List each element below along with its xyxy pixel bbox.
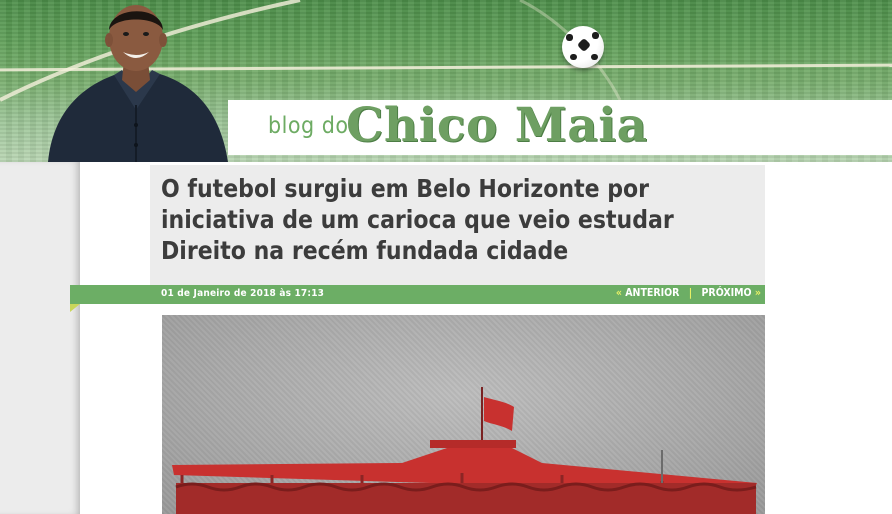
left-sidebar — [0, 162, 80, 514]
next-post-label: PRÓXIMO — [701, 287, 752, 299]
previous-arrow-icon: « — [615, 287, 622, 299]
post-navigation: « ANTERIOR | PRÓXIMO » — [616, 287, 761, 299]
site-header: blog do Chico Maia — [0, 0, 892, 162]
logo-prefix: blog do — [268, 113, 349, 139]
portrait-photo — [48, 5, 228, 162]
nav-separator: | — [688, 287, 693, 299]
next-post-link[interactable]: PRÓXIMO » — [702, 287, 762, 299]
logo-name[interactable]: Chico Maia — [346, 98, 648, 153]
post-date: 01 de Janeiro de 2018 às 17:13 — [161, 288, 325, 299]
stadium-graphic — [172, 387, 757, 514]
previous-post-label: ANTERIOR — [625, 287, 680, 299]
next-arrow-icon: » — [754, 287, 761, 299]
stadium-photo — [162, 315, 765, 514]
meta-bar-fold — [70, 304, 80, 312]
soccer-ball-icon — [562, 26, 604, 68]
previous-post-link[interactable]: « ANTERIOR — [616, 287, 680, 299]
post-title: O futebol surgiu em Belo Horizonte por i… — [161, 174, 674, 265]
